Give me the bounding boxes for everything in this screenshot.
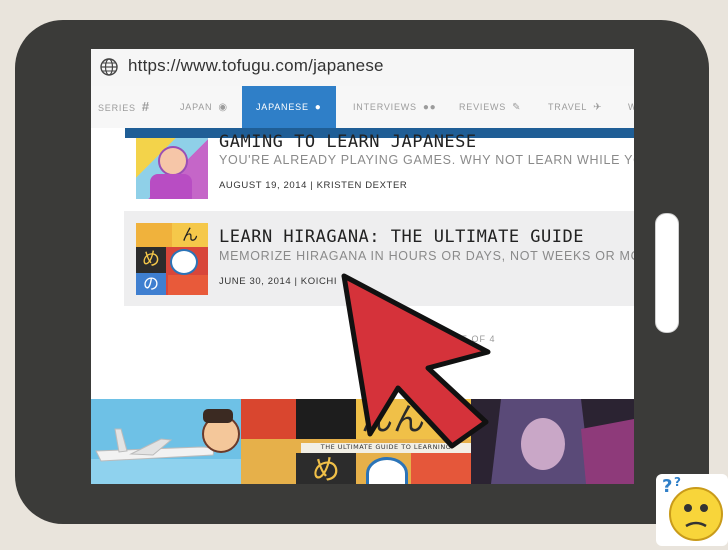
thumb-kana-me: め (136, 247, 166, 273)
tab-series[interactable]: SERIES # (98, 86, 150, 128)
post-author[interactable]: KRISTEN DEXTER (317, 180, 408, 191)
pencil-icon: ✎ (512, 102, 522, 113)
post-subtitle: MEMORIZE HIRAGANA IN HOURS OR DAYS, NOT … (219, 249, 634, 263)
speech-bubbles-icon: ● (314, 102, 322, 113)
eye-icon (366, 457, 408, 484)
airplane-icon (91, 409, 241, 484)
tab-series-label: SERIES (98, 103, 136, 113)
tab-japan-label: JAPAN (180, 102, 213, 112)
tab-more-label: W (628, 102, 634, 112)
category-nav: SERIES # JAPAN ◉ JAPANESE ● INTERVIEWS ●● RE… (91, 86, 634, 128)
svg-text:?: ? (674, 475, 681, 489)
help-question-icon[interactable]: ? ? (656, 474, 728, 546)
eye-icon (170, 249, 198, 275)
tablet-home-button[interactable] (655, 213, 679, 333)
tab-interviews[interactable]: INTERVIEWS ●● (353, 86, 437, 128)
post-date: AUGUST 19, 2014 (219, 180, 308, 191)
users-icon: ●● (422, 102, 437, 113)
post-title-text[interactable]: GAMING TO LEARN JAPANESE (219, 132, 477, 149)
post-title[interactable]: LEARN HIRAGANA: THE ULTIMATE GUIDE (219, 227, 584, 247)
post-subtitle: YOU'RE ALREADY PLAYING GAMES. WHY NOT LE… (219, 153, 634, 167)
thumb-block (136, 223, 172, 247)
post-meta: AUGUST 19, 2014 | KRISTEN DEXTER (219, 180, 408, 191)
tab-more[interactable]: W (628, 86, 634, 128)
character-illustration (158, 146, 188, 176)
banner-kana-bottom: め (296, 453, 356, 484)
thumb-kana-no: の (136, 273, 166, 295)
tab-reviews-label: REVIEWS (459, 102, 507, 112)
tab-reviews[interactable]: REVIEWS ✎ (459, 86, 521, 128)
tab-japan[interactable]: JAPAN ◉ (180, 86, 228, 128)
thumb-block (168, 275, 208, 295)
hash-icon: # (141, 99, 150, 114)
address-bar[interactable]: https://www.tofugu.com/japanese (91, 49, 634, 87)
post-date: JUNE 30, 2014 (219, 276, 292, 287)
svg-text:?: ? (662, 476, 672, 497)
tab-japanese[interactable]: JAPANESE ● (242, 86, 336, 128)
tab-japanese-label: JAPANESE (256, 102, 309, 112)
globe-icon (100, 58, 118, 76)
pointer-arrow-icon (341, 273, 491, 449)
thumb-kana-top: ん (172, 223, 208, 247)
tab-travel[interactable]: TRAVEL ✈ (548, 86, 602, 128)
post-title[interactable]: GAMING TO LEARN JAPANESE (219, 129, 477, 149)
plane-icon: ✈ (593, 102, 603, 113)
tab-interviews-label: INTERVIEWS (353, 102, 417, 112)
url-text[interactable]: https://www.tofugu.com/japanese (128, 56, 384, 76)
post-thumbnail-gaming[interactable] (136, 138, 208, 199)
tab-travel-label: TRAVEL (548, 102, 588, 112)
character-body (150, 174, 192, 199)
post-thumbnail-hiragana[interactable]: ん め の (136, 223, 208, 295)
banner-airplane-illustration (91, 399, 241, 484)
globe-icon: ◉ (218, 102, 228, 113)
